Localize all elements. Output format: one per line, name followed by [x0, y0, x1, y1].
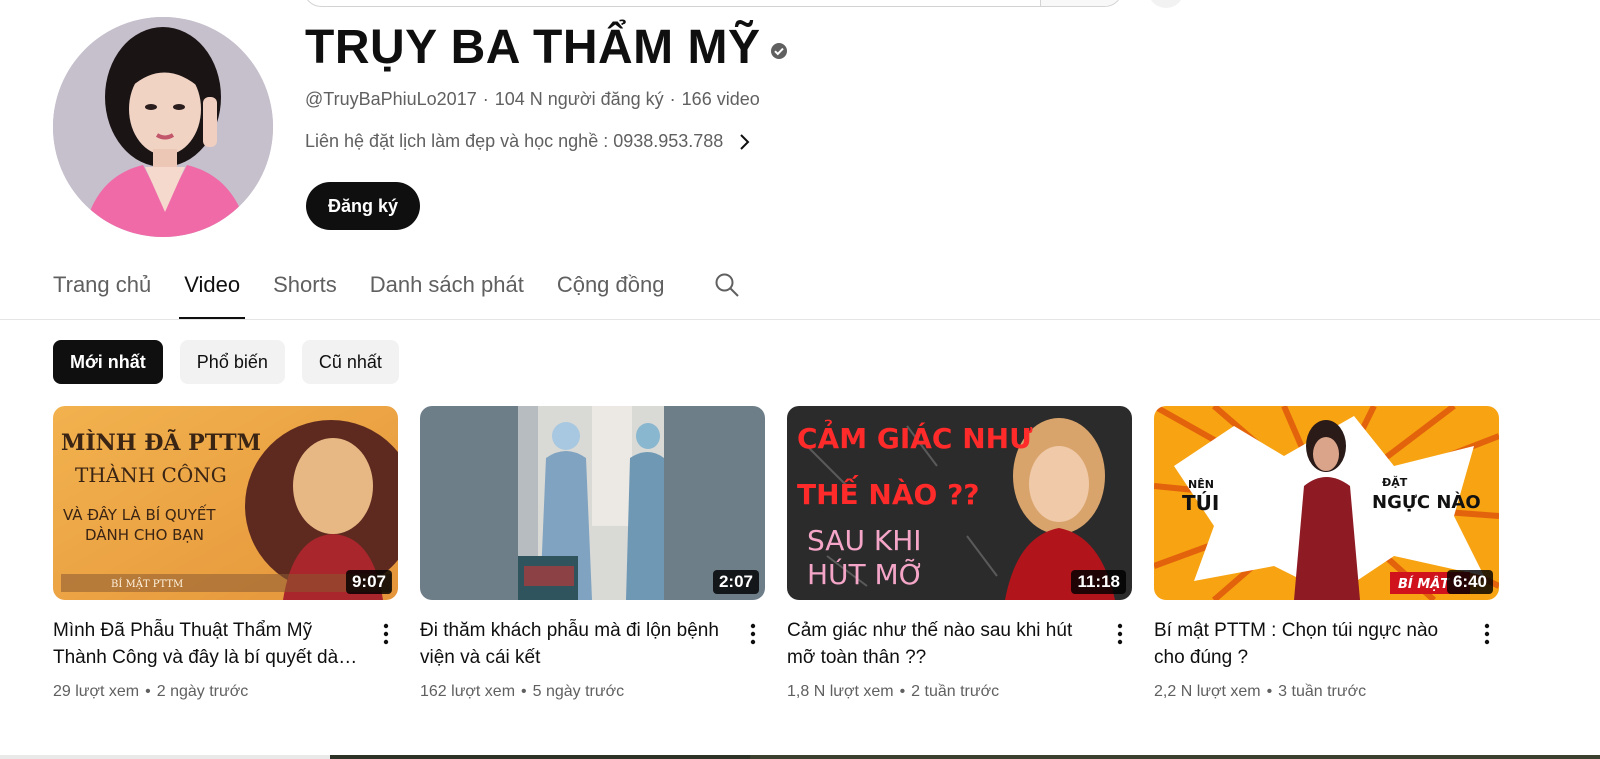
tabs-divider — [0, 319, 1600, 320]
video-stats: 2,2 N lượt xem • 3 tuần trước — [1154, 683, 1367, 700]
video-title[interactable]: Đi thăm khách phẫu mà đi lộn bệnh viện v… — [420, 617, 732, 671]
tab-shorts[interactable]: Shorts — [273, 268, 337, 320]
subscribe-button[interactable]: Đăng ký — [306, 182, 421, 230]
thumb-line-4: DÀNH CHO BẠN — [85, 525, 204, 544]
video-title[interactable]: Mình Đã Phẫu Thuật Thẩm Mỹ Thành Công và… — [53, 617, 365, 671]
thumb-line-3: SAU KHI — [807, 524, 922, 557]
video-views: 1,8 N lượt xem — [787, 683, 894, 700]
thumb-line-4: HÚT MỠ — [807, 557, 924, 591]
subscriber-count: 104 N người đăng ký — [494, 89, 664, 109]
avatar-image — [53, 17, 273, 237]
search-bar[interactable] — [303, 0, 1123, 7]
video-title[interactable]: Cảm giác như thế nào sau khi hút mỡ toàn… — [787, 617, 1099, 671]
channel-title: TRỤY BA THẨM MỸ — [305, 20, 788, 75]
voice-search-button[interactable] — [1148, 0, 1184, 8]
channel-tabs: Trang chủ Video Shorts Danh sách phát Cộ… — [53, 268, 741, 320]
search-icon[interactable] — [713, 271, 741, 299]
video-stats: 1,8 N lượt xem • 2 tuần trước — [787, 683, 1000, 700]
video-card[interactable]: NÊN TÚI ĐẶT NGỰC NÀO BÍ MẬT 6:40 Bí mật … — [1154, 406, 1499, 701]
thumb-line-2: TÚI — [1182, 491, 1219, 515]
sort-chips: Mới nhất Phổ biến Cũ nhất — [53, 340, 399, 384]
video-views: 162 lượt xem — [420, 683, 516, 700]
thumb-line-1: MÌNH ĐÃ PTTM — [61, 429, 261, 456]
channel-description[interactable]: Liên hệ đặt lịch làm đẹp và học nghề : 0… — [305, 131, 751, 152]
thumb-line-4: NGỰC NÀO — [1372, 491, 1481, 513]
video-views: 29 lượt xem — [53, 683, 140, 700]
video-age: 2 ngày trước — [156, 683, 249, 700]
video-age: 2 tuần trước — [911, 683, 1000, 700]
video-count: 166 video — [681, 89, 760, 109]
tab-playlists[interactable]: Danh sách phát — [370, 268, 524, 320]
video-thumbnail[interactable]: NÊN TÚI ĐẶT NGỰC NÀO BÍ MẬT 6:40 — [1154, 406, 1499, 600]
chip-latest[interactable]: Mới nhất — [53, 340, 163, 384]
video-duration: 11:18 — [1071, 570, 1126, 594]
thumb-line-3: VÀ ĐÂY LÀ BÍ QUYẾT — [63, 503, 216, 524]
video-title[interactable]: Bí mật PTTM : Chọn túi ngực nào cho đúng… — [1154, 617, 1466, 671]
video-stats: 162 lượt xem • 5 ngày trước — [420, 683, 625, 700]
channel-meta: @TruyBaPhiuLo2017 · 104 N người đăng ký · 16… — [305, 89, 760, 109]
channel-description-text: Liên hệ đặt lịch làm đẹp và học nghề : 0… — [305, 131, 724, 151]
video-grid: MÌNH ĐÃ PTTM THÀNH CÔNG VÀ ĐÂY LÀ BÍ QUY… — [53, 406, 1499, 701]
chip-popular[interactable]: Phổ biến — [179, 340, 285, 384]
more-vert-icon[interactable] — [376, 620, 396, 648]
video-card[interactable]: MÌNH ĐÃ PTTM THÀNH CÔNG VÀ ĐÂY LÀ BÍ QUY… — [53, 406, 398, 701]
video-views: 2,2 N lượt xem — [1154, 683, 1261, 700]
video-stats: 29 lượt xem • 2 ngày trước — [53, 683, 249, 700]
tab-community[interactable]: Cộng đồng — [557, 268, 665, 320]
video-thumbnail[interactable]: MÌNH ĐÃ PTTM THÀNH CÔNG VÀ ĐÂY LÀ BÍ QUY… — [53, 406, 398, 600]
channel-handle: @TruyBaPhiuLo2017 — [305, 89, 477, 109]
thumb-line-1: CẢM GIÁC NHƯ — [797, 418, 1033, 455]
video-thumbnail[interactable]: 2:07 — [420, 406, 765, 600]
thumb-line-5: BÍ MẬT — [1398, 576, 1450, 592]
video-age: 5 ngày trước — [532, 683, 625, 700]
video-thumbnail[interactable]: CẢM GIÁC NHƯ THẾ NÀO ?? SAU KHI HÚT MỠ 1… — [787, 406, 1132, 600]
video-duration: 9:07 — [345, 570, 392, 594]
chevron-right-icon — [740, 133, 750, 150]
more-vert-icon[interactable] — [743, 620, 763, 648]
video-duration: 2:07 — [712, 570, 759, 594]
channel-name: TRỤY BA THẨM MỸ — [305, 21, 761, 74]
channel-page: TRỤY BA THẨM MỸ @TruyBaPhiuLo2017 · 104 N … — [0, 0, 1600, 759]
bottom-edge-strip — [0, 755, 1600, 759]
thumb-line-1: NÊN — [1188, 478, 1214, 491]
more-vert-icon[interactable] — [1477, 620, 1497, 648]
video-age: 3 tuần trước — [1278, 683, 1367, 700]
thumb-line-5: BÍ MẬT PTTM — [111, 578, 183, 590]
video-card[interactable]: CẢM GIÁC NHƯ THẾ NÀO ?? SAU KHI HÚT MỠ 1… — [787, 406, 1132, 701]
channel-avatar[interactable] — [53, 17, 273, 237]
more-vert-icon[interactable] — [1110, 620, 1130, 648]
thumb-line-2: THẾ NÀO ?? — [797, 474, 980, 511]
video-duration: 6:40 — [1446, 570, 1493, 594]
verified-icon — [771, 42, 788, 59]
chip-oldest[interactable]: Cũ nhất — [301, 340, 399, 384]
thumb-line-3: ĐẶT — [1382, 475, 1408, 489]
tab-home[interactable]: Trang chủ — [53, 268, 151, 320]
tab-videos[interactable]: Video — [179, 268, 245, 320]
video-card[interactable]: 2:07 Đi thăm khách phẫu mà đi lộn bệnh v… — [420, 406, 765, 701]
search-button[interactable] — [1040, 0, 1122, 6]
thumb-line-2: THÀNH CÔNG — [75, 462, 227, 487]
